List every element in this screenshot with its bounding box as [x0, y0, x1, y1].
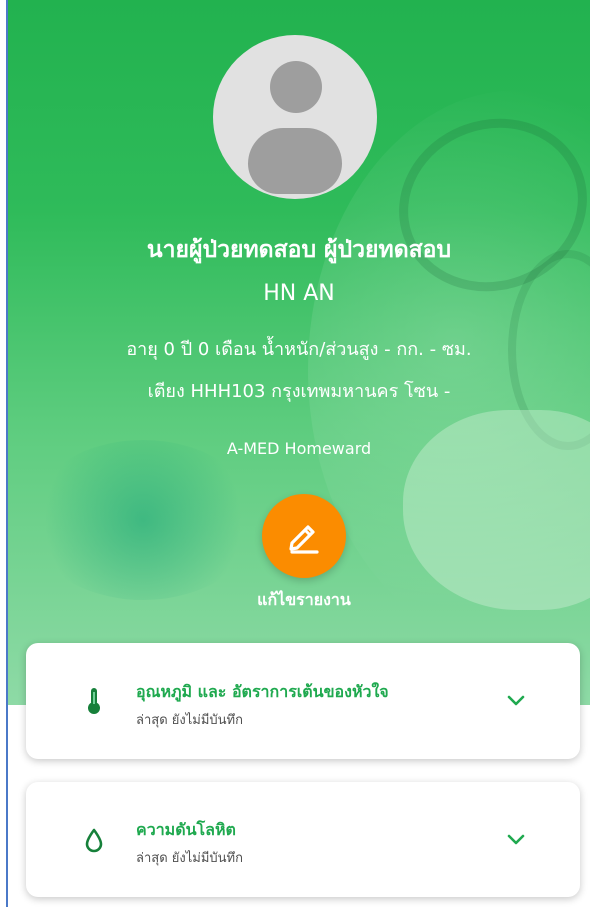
user-avatar-icon-head [270, 61, 322, 113]
chevron-down-icon[interactable] [504, 832, 528, 848]
window-left-border [6, 0, 8, 907]
background-blur-shape [28, 440, 258, 600]
patient-hn: HN AN [263, 281, 335, 306]
edit-report-label[interactable]: แก้ไขรายงาน [214, 588, 394, 613]
blood-pressure-card[interactable]: ความดันโลหิต ล่าสุด ยังไม่มีบันทึก [26, 782, 580, 897]
card-latest-status: ล่าสุด ยังไม่มีบันทึก [136, 713, 243, 728]
chevron-down-icon[interactable] [504, 693, 528, 709]
blood-drop-icon [82, 823, 106, 857]
user-avatar-icon-body [248, 128, 342, 194]
organization-name: A-MED Homeward [226, 439, 372, 458]
edit-report-button[interactable] [262, 494, 346, 578]
edit-pencil-icon [289, 525, 319, 554]
card-latest-status: ล่าสุด ยังไม่มีบันทึก [136, 851, 243, 866]
patient-profile-screen: นายผู้ป่วยทดสอบ ผู้ป่วยทดสอบ HN AN อายุ … [0, 0, 590, 907]
temperature-heart-rate-card[interactable]: อุณหภูมิ และ อัตราการเต้นของหัวใจ ล่าสุด… [26, 643, 580, 759]
patient-name: นายผู้ป่วยทดสอบ ผู้ป่วยทดสอบ [146, 237, 452, 263]
card-title: ความดันโลหิต [136, 820, 236, 839]
card-title: อุณหภูมิ และ อัตราการเต้นของหัวใจ [136, 682, 389, 701]
patient-bed-location: เตียง HHH103 กรุงเทพมหานคร โซน - [147, 381, 451, 402]
patient-avatar [213, 35, 377, 199]
thermometer-icon [82, 684, 106, 718]
patient-age-weight-height: อายุ 0 ปี 0 เดือน น้ำหนัก/ส่วนสูง - กก. … [126, 339, 472, 360]
